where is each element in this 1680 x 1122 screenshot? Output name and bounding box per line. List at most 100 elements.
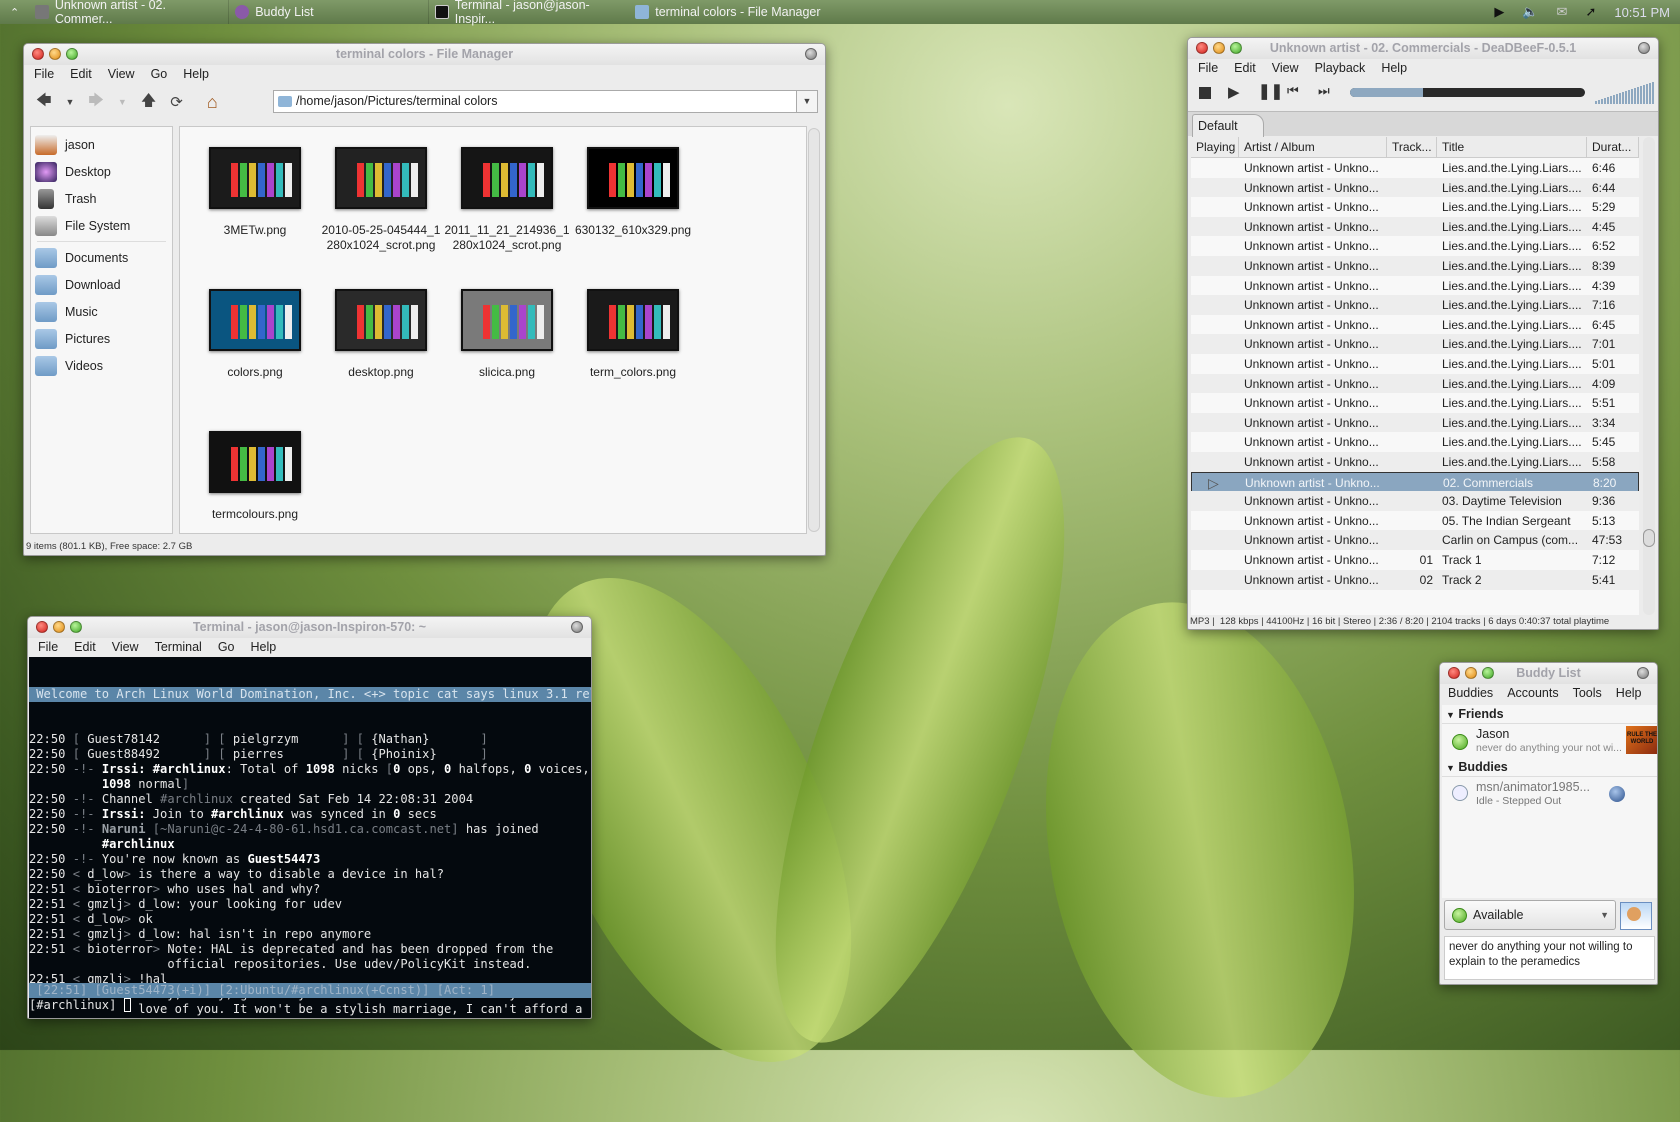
- sidebar-item-pictures[interactable]: Pictures: [31, 325, 172, 352]
- menu-terminal[interactable]: Terminal: [155, 640, 202, 654]
- file-item[interactable]: 3METw.png: [190, 147, 320, 238]
- buddy-msn-animator[interactable]: msn/animator1985... Idle - Stepped Out: [1442, 777, 1657, 811]
- menu-tools[interactable]: Tools: [1573, 686, 1602, 700]
- sidebar-item-jason[interactable]: jason: [31, 131, 172, 158]
- menu-file[interactable]: File: [38, 640, 58, 654]
- sidebar-item-trash[interactable]: Trash: [31, 185, 172, 212]
- playlist-row[interactable]: Unknown artist - Unkno... Lies.and.the.Ly…: [1191, 295, 1639, 316]
- task-deadbeef[interactable]: Unknown artist - 02. Commer...: [29, 0, 230, 26]
- menu-view[interactable]: View: [1272, 61, 1299, 75]
- playlist-scrollbar[interactable]: [1643, 137, 1655, 615]
- menu-help[interactable]: Help: [1616, 686, 1642, 700]
- irc-input-line[interactable]: [#archlinux]: [29, 998, 131, 1013]
- column-playing[interactable]: Playing: [1191, 137, 1239, 158]
- playlist-row[interactable]: Unknown artist - Unkno... Lies.and.the.Ly…: [1191, 432, 1639, 453]
- scrollbar-thumb[interactable]: [1643, 529, 1655, 547]
- minimize-button[interactable]: [1465, 667, 1477, 679]
- playlist-row[interactable]: Unknown artist - Unkno... Lies.and.the.Ly…: [1191, 314, 1639, 335]
- file-item[interactable]: desktop.png: [316, 289, 446, 380]
- forward-arrow-icon[interactable]: 🡆: [88, 90, 104, 115]
- maximize-button[interactable]: [66, 48, 78, 60]
- playlist-row[interactable]: Unknown artist - Unkno... Lies.and.the.Ly…: [1191, 412, 1639, 433]
- window-menu-button[interactable]: [571, 621, 583, 633]
- column-artist-album[interactable]: Artist / Album: [1239, 137, 1387, 158]
- menu-edit[interactable]: Edit: [1234, 61, 1256, 75]
- next-icon[interactable]: ⏭: [1318, 83, 1330, 99]
- menu-go[interactable]: Go: [218, 640, 235, 654]
- playlist-row[interactable]: Unknown artist - Unkno... 05. The Indian …: [1191, 510, 1639, 531]
- window-menu-button[interactable]: [1637, 667, 1649, 679]
- playlist-row[interactable]: Unknown artist - Unkno... 02 Track 2 5:41: [1191, 569, 1639, 590]
- sidebar-item-download[interactable]: Download: [31, 271, 172, 298]
- task-file-manager[interactable]: terminal colors - File Manager: [629, 0, 826, 24]
- menu-file[interactable]: File: [34, 67, 54, 81]
- menu-view[interactable]: View: [112, 640, 139, 654]
- menu-playback[interactable]: Playback: [1315, 61, 1366, 75]
- volume-icon[interactable]: 🔈: [1522, 4, 1538, 20]
- back-arrow-icon[interactable]: 🡄: [36, 90, 52, 115]
- minimize-button[interactable]: [49, 48, 61, 60]
- sidebar-item-desktop[interactable]: Desktop: [31, 158, 172, 185]
- location-dropdown-button[interactable]: ▼: [796, 90, 818, 113]
- file-item[interactable]: 2011_11_21_214936_1 280x1024_scrot.png: [442, 147, 572, 253]
- previous-icon[interactable]: ⏮: [1287, 83, 1299, 99]
- playlist-row[interactable]: Unknown artist - Unkno... Lies.and.the.Ly…: [1191, 373, 1639, 394]
- menu-file[interactable]: File: [1198, 61, 1218, 75]
- playlist-row[interactable]: Unknown artist - Unkno... Lies.and.the.Ly…: [1191, 275, 1639, 296]
- column-duration[interactable]: Durat...: [1587, 137, 1639, 158]
- playlist-row[interactable]: Unknown artist - Unkno... Lies.and.the.Ly…: [1191, 236, 1639, 257]
- menu-edit[interactable]: Edit: [74, 640, 96, 654]
- minimize-button[interactable]: [53, 621, 65, 633]
- file-item[interactable]: 2010-05-25-045444_1 280x1024_scrot.png: [316, 147, 446, 253]
- sidebar-item-videos[interactable]: Videos: [31, 352, 172, 379]
- close-button[interactable]: [1196, 42, 1208, 54]
- playlist-row[interactable]: Unknown artist - Unkno... Lies.and.the.Ly…: [1191, 334, 1639, 355]
- sidebar-item-documents[interactable]: Documents: [31, 244, 172, 271]
- menu-view[interactable]: View: [108, 67, 135, 81]
- home-icon[interactable]: ⌂: [207, 92, 218, 113]
- playlist-row[interactable]: Unknown artist - Unkno... Lies.and.the.Ly…: [1191, 256, 1639, 276]
- play-icon[interactable]: ▶: [1228, 83, 1240, 101]
- sidebar-item-file-system[interactable]: File System: [31, 212, 172, 239]
- group-friends[interactable]: ▼ Friends: [1442, 705, 1657, 724]
- close-button[interactable]: [32, 48, 44, 60]
- app-menu-icon[interactable]: ⌃: [0, 6, 29, 19]
- column-title[interactable]: Title: [1437, 137, 1587, 158]
- file-item[interactable]: slicica.png: [442, 289, 572, 380]
- playlist-row[interactable]: Unknown artist - Unkno... Carlin on Campu…: [1191, 530, 1639, 551]
- close-button[interactable]: [1448, 667, 1460, 679]
- file-item[interactable]: colors.png: [190, 289, 320, 380]
- forward-history-chevron-icon[interactable]: ▼: [118, 97, 127, 107]
- group-buddies[interactable]: ▼ Buddies: [1442, 758, 1657, 777]
- playlist-row[interactable]: Unknown artist - Unkno... Lies.and.the.Ly…: [1191, 197, 1639, 218]
- location-input[interactable]: /home/jason/Pictures/terminal colors: [273, 90, 797, 113]
- seek-bar[interactable]: [1350, 88, 1585, 97]
- playlist-row-playing[interactable]: ▷ Unknown artist - Unkno... 02. Commercial…: [1191, 471, 1639, 492]
- maximize-button[interactable]: [1482, 667, 1494, 679]
- playlist-row[interactable]: Unknown artist - Unkno... Lies.and.the.Ly…: [1191, 452, 1639, 472]
- menu-help[interactable]: Help: [183, 67, 209, 81]
- pause-icon[interactable]: ❚❚: [1258, 82, 1283, 100]
- stop-icon[interactable]: [1199, 87, 1211, 99]
- playlist-row[interactable]: Unknown artist - Unkno... 01 Track 1 7:12: [1191, 550, 1639, 570]
- playlist-row[interactable]: Unknown artist - Unkno... Lies.and.the.Ly…: [1191, 177, 1639, 198]
- network-plug-icon[interactable]: ➚: [1585, 4, 1596, 20]
- menu-help[interactable]: Help: [251, 640, 277, 654]
- playlist-row[interactable]: Unknown artist - Unkno... 03. Daytime Tel…: [1191, 491, 1639, 512]
- status-message-input[interactable]: never do anything your not willing to ex…: [1444, 936, 1655, 980]
- playlist-row[interactable]: Unknown artist - Unkno... Lies.and.the.Ly…: [1191, 216, 1639, 237]
- playlist-row[interactable]: Unknown artist - Unkno... Lies.and.the.Ly…: [1191, 393, 1639, 414]
- column-track[interactable]: Track...: [1387, 137, 1437, 158]
- clock[interactable]: 10:51 PM: [1614, 5, 1670, 20]
- menu-go[interactable]: Go: [151, 67, 168, 81]
- sidebar-item-music[interactable]: Music: [31, 298, 172, 325]
- file-item[interactable]: termcolours.png: [190, 431, 320, 522]
- menu-accounts[interactable]: Accounts: [1507, 686, 1558, 700]
- menu-edit[interactable]: Edit: [70, 67, 92, 81]
- tab-default[interactable]: Default: [1192, 114, 1264, 137]
- deadbeef-icon[interactable]: ▶: [1494, 4, 1504, 20]
- maximize-button[interactable]: [70, 621, 82, 633]
- file-view-scrollbar[interactable]: [808, 128, 820, 532]
- minimize-button[interactable]: [1213, 42, 1225, 54]
- window-menu-button[interactable]: [1638, 42, 1650, 54]
